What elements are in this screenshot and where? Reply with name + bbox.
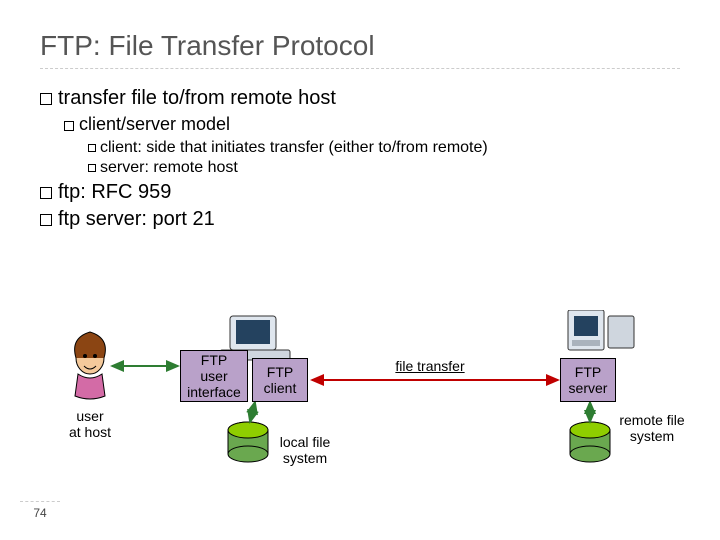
bullet-marker-icon — [88, 144, 96, 152]
bullet-marker-icon — [40, 214, 52, 226]
bullet-text: client: side that initiates transfer (ei… — [100, 139, 488, 156]
server-computer-icon — [568, 310, 634, 350]
slide-title: FTP: File Transfer Protocol — [40, 30, 680, 69]
bullet-l3-server: server: remote host — [88, 159, 680, 177]
bullet-l3-client: client: side that initiates transfer (ei… — [88, 139, 680, 157]
ftp-client-box: FTP client — [252, 358, 308, 402]
ftp-diagram: FTP user interface FTP client FTP server… — [60, 310, 670, 480]
bullet-l2-model: client/server model — [64, 114, 680, 135]
ftp-ui-box: FTP user interface — [180, 350, 248, 402]
bullet-marker-icon — [64, 121, 74, 131]
bullet-text: server: remote host — [100, 159, 238, 176]
remote-disk-icon — [570, 422, 610, 462]
bullet-text: client/server model — [79, 114, 230, 134]
arrow-client-localfs — [250, 402, 255, 422]
user-at-host-label: user at host — [55, 408, 125, 440]
ftp-server-box: FTP server — [560, 358, 616, 402]
bullet-list: transfer file to/from remote host client… — [40, 87, 680, 231]
bullet-marker-icon — [40, 93, 52, 105]
bullet-marker-icon — [40, 187, 52, 199]
bullet-text: ftp server: port 21 — [58, 208, 215, 230]
bullet-l1-rfc: ftp: RFC 959 — [40, 181, 680, 204]
bullet-l1-port: ftp server: port 21 — [40, 208, 680, 231]
local-fs-label: local file system — [270, 434, 340, 466]
bullet-text: ftp: RFC 959 — [58, 181, 171, 203]
user-icon — [75, 332, 106, 399]
file-transfer-label: file transfer — [380, 358, 480, 374]
bullet-marker-icon — [88, 164, 96, 172]
bullet-l1-transfer: transfer file to/from remote host — [40, 87, 680, 110]
bullet-text: transfer file to/from remote host — [58, 87, 336, 109]
local-disk-icon — [228, 422, 268, 462]
page-number: 74 — [20, 501, 60, 520]
remote-fs-label: remote file system — [612, 412, 692, 444]
